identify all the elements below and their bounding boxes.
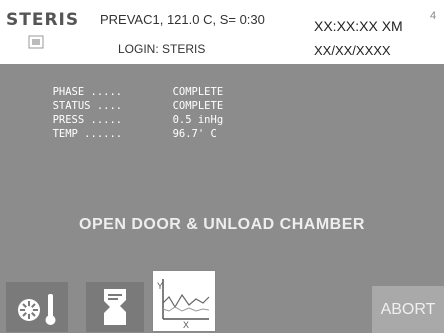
status-block: PHASE ..... COMPLETE STATUS .... COMPLETE …	[2, 71, 224, 140]
clock-time: XX:XX:XX XM	[314, 18, 403, 34]
svg-text:X: X	[183, 320, 189, 329]
printer-icon	[104, 289, 126, 325]
brand-mark-icon	[28, 35, 44, 49]
print-button[interactable]	[86, 282, 144, 332]
abort-button[interactable]: ABORT	[372, 286, 444, 333]
status-label: PHASE .....	[52, 86, 123, 98]
svg-text:Y: Y	[157, 281, 163, 291]
brand-logo: STERIS	[6, 10, 80, 30]
cycle-info: PREVAC1, 121.0 C, S= 0:30	[100, 12, 265, 27]
temperature-icon	[18, 294, 56, 325]
status-label: TEMP ......	[52, 128, 123, 140]
sterilizer-screen: STERIS PREVAC1, 121.0 C, S= 0:30 LOGIN: …	[0, 0, 444, 333]
status-value: COMPLETE	[172, 100, 224, 112]
status-row-phase: PHASE ..... COMPLETE	[2, 71, 224, 98]
temperature-button[interactable]	[6, 282, 68, 332]
main-panel: PHASE ..... COMPLETE STATUS .... COMPLETE …	[0, 64, 444, 333]
graph-button[interactable]: Y X	[152, 270, 216, 332]
graph-icon: Y X	[157, 279, 210, 329]
status-label: PRESS .....	[52, 114, 123, 126]
header: STERIS PREVAC1, 121.0 C, S= 0:30 LOGIN: …	[0, 0, 444, 64]
status-value: 0.5 inHg	[172, 114, 224, 126]
clock-date: XX/XX/XXXX	[314, 43, 391, 58]
instruction-message: OPEN DOOR & UNLOAD CHAMBER	[79, 216, 365, 233]
status-label: STATUS ....	[52, 100, 123, 112]
status-value: COMPLETE	[172, 86, 224, 98]
page-number: 4	[430, 10, 437, 22]
status-value: 96.7' C	[172, 128, 217, 140]
login-info: LOGIN: STERIS	[118, 42, 206, 56]
